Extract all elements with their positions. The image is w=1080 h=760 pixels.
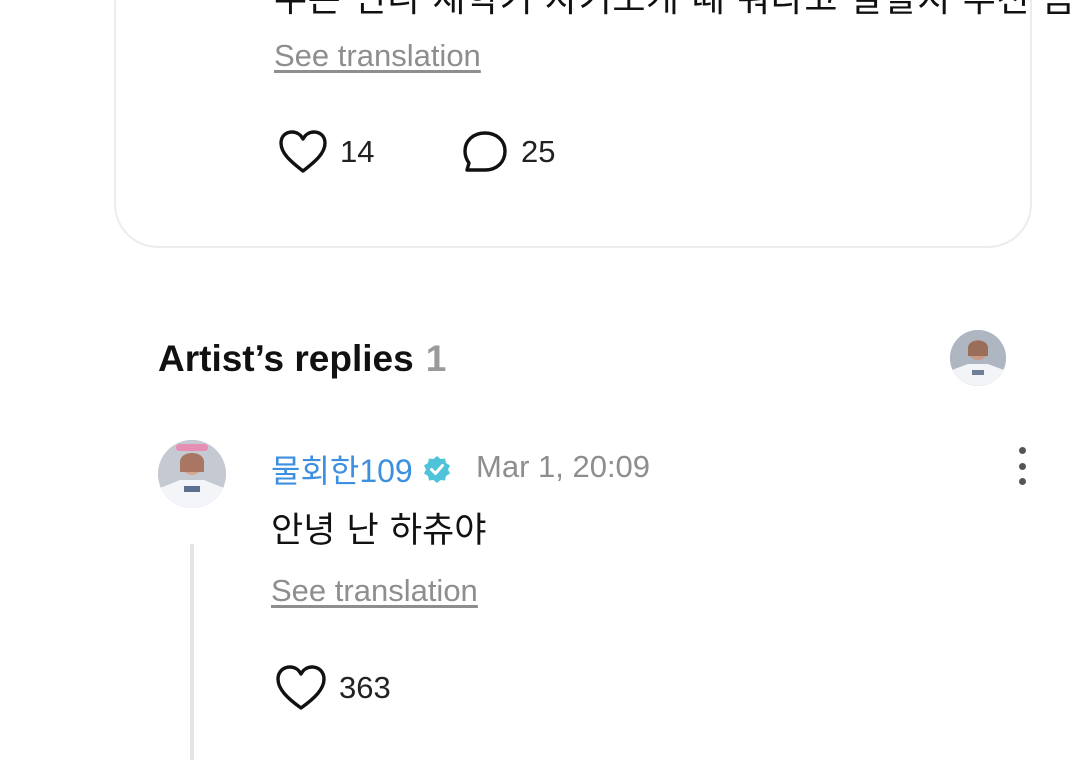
more-dot-icon (1018, 447, 1026, 454)
page: 주은 언니 새학기 자기소개 때 뭐라고 말할지 추천 좀 See transl… (0, 0, 1080, 760)
more-options-button[interactable] (1012, 447, 1032, 485)
reply-like-count: 363 (339, 670, 391, 705)
artist-replies-heading: Artist’s replies 1 (158, 338, 446, 380)
post-card[interactable]: 주은 언니 새학기 자기소개 때 뭐라고 말할지 추천 좀 See transl… (114, 0, 1075, 248)
reply-author-avatar-image (158, 440, 226, 508)
post-like-button[interactable]: 14 (278, 129, 374, 175)
artist-replies-count: 1 (425, 338, 447, 379)
post-comment-button[interactable]: 25 (461, 129, 555, 175)
more-dot-icon (1018, 462, 1026, 470)
heart-outline-icon (279, 130, 327, 173)
verified-badge-icon (423, 456, 450, 483)
post-text: 주은 언니 새학기 자기소개 때 뭐라고 말할지 추천 좀 (274, 0, 1076, 22)
reply-author[interactable]: 물회한109 (271, 446, 451, 492)
reply-date: Mar 1, 20:09 (476, 449, 651, 484)
artist-avatar[interactable] (950, 330, 1006, 386)
post-see-translation-link[interactable]: See translation (274, 38, 481, 74)
reply-author-name[interactable]: 물회한109 (271, 446, 413, 492)
post-comment-count: 25 (521, 134, 556, 169)
reply-see-translation-link[interactable]: See translation (271, 573, 478, 609)
speech-bubble-icon (463, 131, 507, 172)
reply-text: 안녕 난 하츄야 (271, 511, 487, 551)
more-dot-icon (1018, 478, 1026, 485)
artist-avatar-image (950, 330, 1006, 386)
heart-outline-icon (276, 665, 326, 710)
reply-thread-line (190, 544, 194, 760)
reply-author-avatar[interactable] (158, 440, 226, 508)
artist-replies-title: Artist’s replies (158, 338, 414, 379)
post-like-count: 14 (340, 134, 375, 169)
reply-like-button[interactable]: 363 (275, 664, 391, 712)
